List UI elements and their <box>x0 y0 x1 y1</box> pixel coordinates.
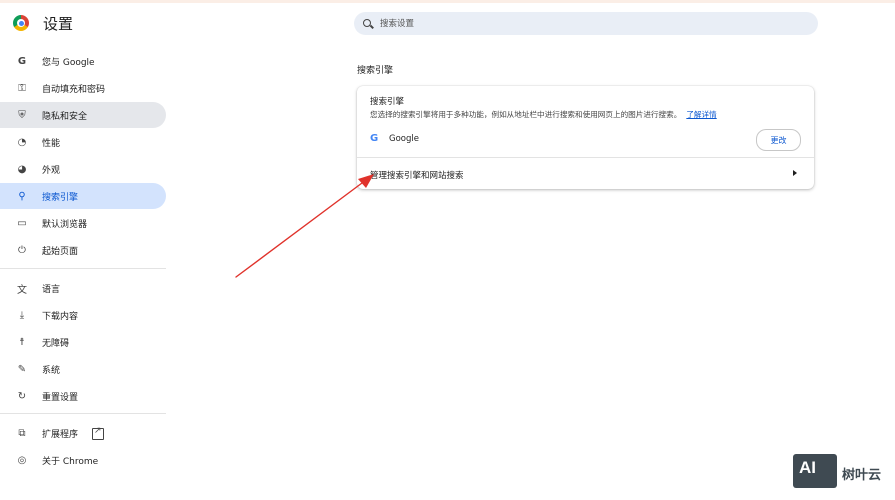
chrome-logo-icon <box>13 15 29 31</box>
manage-search-engines-row[interactable]: 管理搜索引擎和网站搜索 <box>357 158 814 189</box>
sidebar-item-label: 语言 <box>42 284 61 295</box>
sidebar-item-label: 隐私和安全 <box>42 111 88 122</box>
sidebar-item-appearance[interactable]: ◕ 外观 <box>0 156 166 182</box>
chevron-right-icon <box>793 170 797 176</box>
palette-icon: ◕ <box>17 163 27 175</box>
sidebar-item-accessibility[interactable]: ☨ 无障碍 <box>0 329 166 355</box>
sidebar-divider <box>0 413 166 414</box>
translate-icon: 文 <box>17 284 27 296</box>
sidebar-item-label: 下载内容 <box>42 311 79 322</box>
sidebar-item-label: 搜索引擎 <box>42 192 79 203</box>
power-icon: ⏻ <box>18 244 26 256</box>
sidebar-item-label: 关于 Chrome <box>42 456 99 467</box>
sidebar-item-label: 自动填充和密码 <box>42 84 106 95</box>
sidebar-item-extensions[interactable]: ⧉ 扩展程序 <box>0 420 166 446</box>
sidebar-item-languages[interactable]: 文 语言 <box>0 275 166 301</box>
sidebar-item-label: 起始页面 <box>42 246 79 257</box>
watermark-logo: AI <box>793 454 837 488</box>
sidebar-item-default-browser[interactable]: ▭ 默认浏览器 <box>0 210 166 236</box>
wrench-icon: ✎ <box>17 363 27 375</box>
card-description: 您选择的搜索引擎将用于多种功能，例如从地址栏中进行搜索和使用网页上的图片进行搜索… <box>370 109 717 120</box>
chrome-icon: ◎ <box>17 454 27 466</box>
sidebar-item-on-startup[interactable]: ⏻ 起始页面 <box>0 237 166 263</box>
sidebar-item-label: 扩展程序 <box>42 429 79 440</box>
sidebar-item-label: 无障碍 <box>42 338 70 349</box>
watermark-text: 树叶云 <box>842 468 882 483</box>
sidebar-item-label: 您与 Google <box>42 57 95 68</box>
search-bar[interactable] <box>354 12 818 35</box>
manage-search-engines-label: 管理搜索引擎和网站搜索 <box>370 171 464 181</box>
sidebar-item-label: 外观 <box>42 165 61 176</box>
open-in-new-icon[interactable] <box>92 426 104 440</box>
google-g-icon: G <box>17 55 27 67</box>
sidebar-item-about-chrome[interactable]: ◎ 关于 Chrome <box>0 447 166 473</box>
page-title: 设置 <box>43 15 74 33</box>
section-title: 搜索引擎 <box>357 66 394 76</box>
description-text: 您选择的搜索引擎将用于多种功能，例如从地址栏中进行搜索和使用网页上的图片进行搜索… <box>370 110 682 119</box>
learn-more-link[interactable]: 了解详情 <box>686 110 716 119</box>
sidebar-item-autofill[interactable]: ⚿ 自动填充和密码 <box>0 75 166 101</box>
card-heading: 搜索引擎 <box>370 97 405 107</box>
top-strip <box>0 0 895 3</box>
sidebar-item-search-engine[interactable]: ⚲ 搜索引擎 <box>0 183 166 209</box>
sidebar-item-downloads[interactable]: ⤓ 下载内容 <box>0 302 166 328</box>
search-engine-card: 搜索引擎 您选择的搜索引擎将用于多种功能，例如从地址栏中进行搜索和使用网页上的图… <box>357 86 814 189</box>
change-engine-button[interactable]: 更改 <box>756 129 801 151</box>
search-icon: ⚲ <box>18 190 26 202</box>
speedometer-icon: ◔ <box>17 136 27 148</box>
download-icon: ⤓ <box>19 309 25 321</box>
current-engine-name: Google <box>389 134 419 144</box>
sidebar-item-label: 默认浏览器 <box>42 219 88 230</box>
google-logo-icon: G <box>370 133 379 144</box>
shield-icon: ⛨ <box>18 109 26 121</box>
sidebar-divider <box>0 268 166 269</box>
puzzle-icon: ⧉ <box>18 427 26 439</box>
sidebar-item-label: 系统 <box>42 365 61 376</box>
accessibility-icon: ☨ <box>19 336 25 348</box>
key-icon: ⚿ <box>18 82 26 94</box>
sidebar-item-reset[interactable]: ↻ 重置设置 <box>0 383 166 409</box>
sidebar-item-label: 重置设置 <box>42 392 79 403</box>
sidebar-item-label: 性能 <box>42 138 61 149</box>
browser-window-icon: ▭ <box>17 217 27 229</box>
watermark: AI 树叶云 <box>793 454 893 490</box>
search-input[interactable] <box>378 17 782 30</box>
sidebar-item-privacy[interactable]: ⛨ 隐私和安全 <box>0 102 166 128</box>
sidebar-item-you-and-google[interactable]: G 您与 Google <box>0 48 166 74</box>
sidebar-item-system[interactable]: ✎ 系统 <box>0 356 166 382</box>
reset-icon: ↻ <box>17 390 27 402</box>
sidebar-item-performance[interactable]: ◔ 性能 <box>0 129 166 155</box>
search-icon <box>363 19 372 28</box>
